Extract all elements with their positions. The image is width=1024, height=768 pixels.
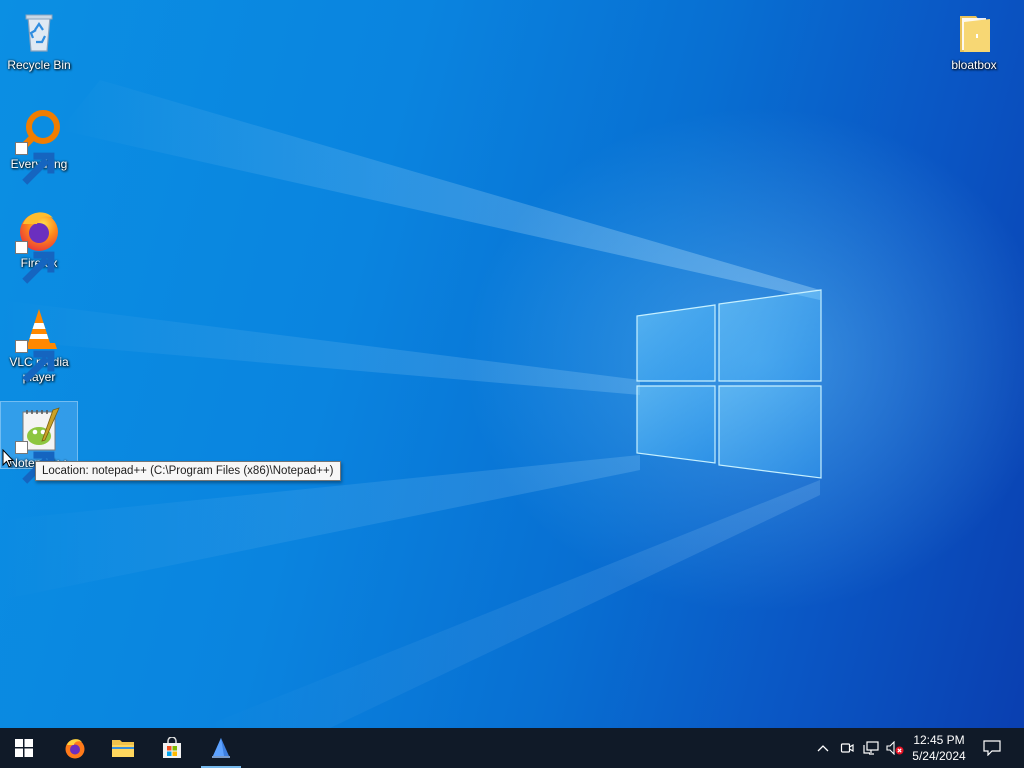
shortcut-arrow-icon (15, 241, 55, 284)
desktop[interactable]: Recycle Bin Everything Firefox VLC media… (0, 0, 1024, 728)
app-icon (212, 738, 230, 758)
meet-now-button[interactable] (836, 728, 858, 768)
desktop-icon-label: bloatbox (951, 58, 997, 72)
windows-start-icon (15, 739, 33, 757)
volume-muted-icon (886, 741, 904, 755)
meet-now-icon (840, 743, 854, 753)
location-tooltip: Location: notepad++ (C:\Program Files (x… (35, 461, 341, 481)
mouse-cursor-icon (2, 449, 14, 468)
desktop-icon-label: Recycle Bin (7, 58, 71, 72)
taskbar-active-app-button[interactable] (197, 728, 245, 768)
volume-button[interactable] (884, 728, 906, 768)
shortcut-arrow-icon (15, 142, 55, 185)
clock-date: 5/24/2024 (912, 749, 966, 763)
firefox-icon (15, 206, 63, 284)
vlc-cone-icon (15, 305, 63, 383)
taskbar-microsoft-store-button[interactable] (148, 728, 196, 768)
notification-icon (983, 740, 1001, 756)
taskbar-file-explorer-button[interactable] (99, 728, 147, 768)
shortcut-arrow-icon (15, 340, 55, 383)
everything-magnifier-icon (15, 107, 63, 185)
desktop-icon-firefox[interactable]: Firefox (1, 202, 77, 284)
network-icon (863, 741, 879, 755)
folder-icon (950, 8, 998, 56)
desktop-icon-vlc[interactable]: VLC media player (1, 301, 77, 387)
microsoft-store-icon (163, 737, 181, 758)
desktop-icon-recycle-bin[interactable]: Recycle Bin (1, 4, 77, 74)
taskbar: 12:45 PM 5/24/2024 (0, 728, 1024, 768)
notepad-plus-plus-icon (15, 406, 63, 484)
wallpaper-light-beams (0, 80, 820, 728)
desktop-icon-everything[interactable]: Everything (1, 103, 77, 185)
firefox-icon (65, 739, 85, 759)
taskbar-firefox-button[interactable] (51, 728, 99, 768)
action-center-button[interactable] (978, 728, 1006, 768)
clock-time: 12:45 PM (913, 733, 965, 747)
desktop-icon-bloatbox[interactable]: bloatbox (936, 4, 1012, 74)
recycle-bin-icon (15, 8, 63, 56)
shortcut-arrow-icon (15, 441, 55, 484)
show-hidden-icons-button[interactable] (812, 728, 834, 768)
network-button[interactable] (860, 728, 882, 768)
windows-logo-wallpaper (636, 289, 822, 479)
chevron-up-icon (817, 745, 829, 752)
clock[interactable]: 12:45 PM 5/24/2024 (904, 728, 974, 768)
file-explorer-icon (112, 740, 134, 757)
start-button[interactable] (0, 728, 48, 768)
